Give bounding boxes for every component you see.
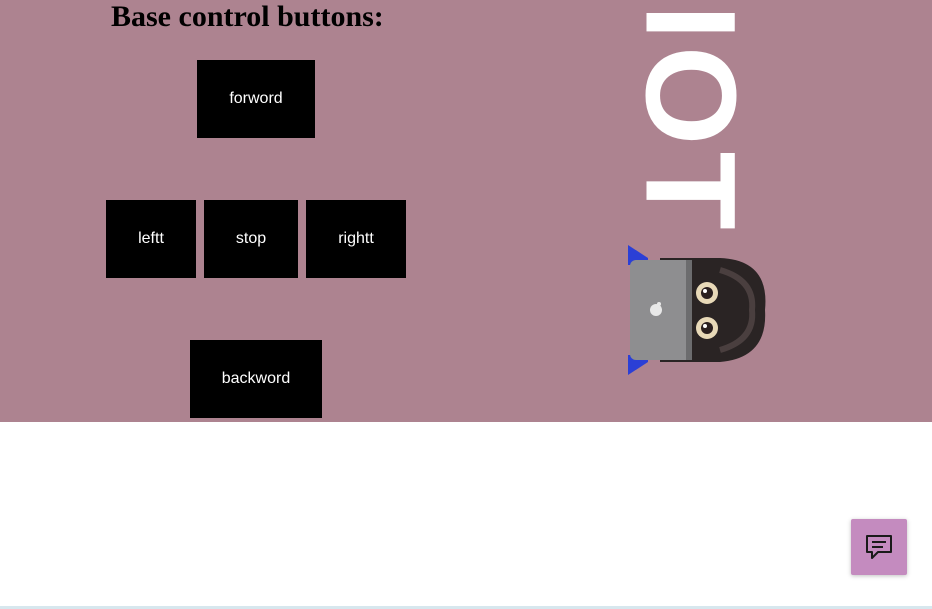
forward-button[interactable]: forword (197, 60, 315, 138)
backward-button[interactable]: backword (190, 340, 322, 418)
hero-title-text: IOT (618, 4, 762, 236)
stop-button[interactable]: stop (204, 200, 298, 278)
right-button[interactable]: rightt (306, 200, 406, 278)
left-button[interactable]: leftt (106, 200, 196, 278)
hero-banner: Base control buttons: forword leftt stop… (0, 0, 932, 422)
hero-rotated-text: IOT (590, 0, 810, 240)
robot-mascot-image (628, 245, 766, 375)
page-heading: Base control buttons: (111, 0, 384, 33)
chat-button[interactable] (851, 519, 907, 575)
chat-icon (866, 535, 892, 559)
